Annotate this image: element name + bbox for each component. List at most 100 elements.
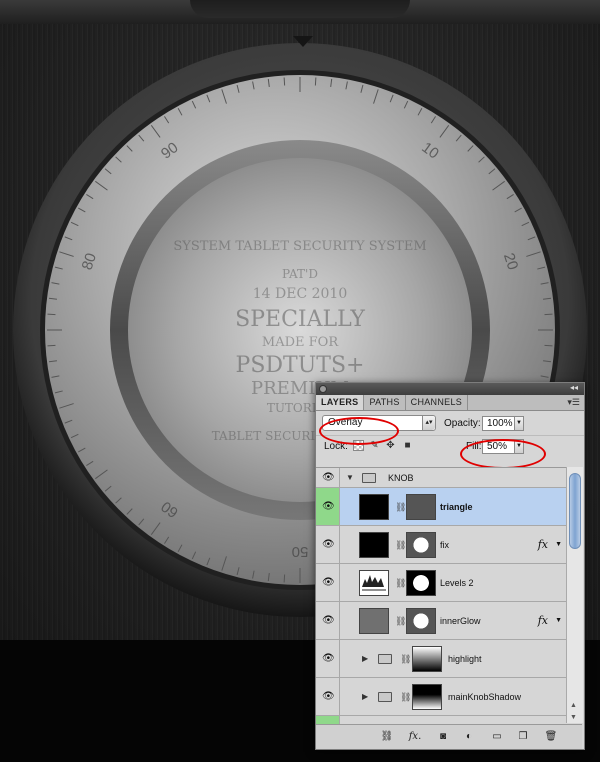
folder-icon [378,654,392,664]
layer-row-triangle[interactable]: 👁 ⛓ triangle [316,488,566,526]
chevron-down-icon[interactable]: ▼ [555,617,562,624]
layers-list: 👁 ▼ KNOB 👁 ⛓ triangle 👁 ⛓ fix fx ▼ 👁 ⛓ L… [316,467,566,724]
link-icon: ⛓ [400,692,412,702]
link-icon: ⛓ [395,502,407,512]
layer-row-levels[interactable]: 👁 ⛓ Levels 2 [316,564,566,602]
visibility-toggle[interactable]: 👁 [316,526,340,563]
visibility-toggle[interactable]: 👁 [316,640,340,677]
layer-row-fix[interactable]: 👁 ⛓ fix fx ▼ [316,526,566,564]
layer-name: fix [440,539,449,550]
link-icon: ⛓ [395,578,407,588]
expand-triangle-icon[interactable]: ▼ [346,473,354,482]
link-icon: ⛓ [400,654,412,664]
mask-thumbnail [406,570,436,596]
dial-tick [47,344,56,347]
layers-panel: ◂◂ LAYERS PATHS CHANNELS ▾☰ Overlay ▴▾ O… [315,382,585,750]
blend-mode-select[interactable]: Overlay ▴▾ [322,415,436,431]
visibility-toggle[interactable]: 👁 [316,678,340,715]
expand-triangle-icon[interactable]: ▶ [362,692,368,701]
dropdown-arrow-icon[interactable]: ▼ [514,439,524,454]
visibility-toggle[interactable]: 👁 [316,488,340,525]
lock-all-icon[interactable]: ■ [402,440,413,451]
panel-titlebar: ◂◂ [316,383,584,395]
add-mask-icon[interactable]: ◙ [436,730,450,744]
link-icon: ⛓ [395,616,407,626]
opacity-value: 100% [487,418,513,429]
panel-footer: ⛓ fx. ◙ ◐ ▭ ❐ 🗑 [316,724,582,749]
lock-transparency-icon[interactable] [353,440,364,451]
layer-name: Levels 2 [440,577,474,588]
eye-icon: 👁 [322,652,335,664]
link-icon: ⛓ [395,540,407,550]
trash-icon[interactable]: 🗑 [544,730,558,744]
lock-pixels-icon[interactable]: ✎ [369,440,380,451]
mask-thumbnail [406,494,436,520]
mask-thumbnail [406,532,436,558]
fill-label: Fill: [466,441,482,452]
fill-field[interactable]: 50% ▼ [482,439,524,454]
engraving-date: 14 DEC 2010 [253,286,348,302]
tab-channels[interactable]: CHANNELS [406,395,469,410]
fx-icon[interactable]: fx [538,538,548,551]
dial-tick [283,77,286,86]
engraving-psdtuts: PSDTUTS+ [236,353,365,378]
layer-row-innerglow[interactable]: 👁 ⛓ innerGlow fx ▼ [316,602,566,640]
scroll-thumb[interactable] [569,473,581,549]
layer-name: innerGlow [440,615,481,626]
mask-thumbnail [412,646,442,672]
dial-number: 50 [292,543,309,560]
dropdown-arrow-icon[interactable]: ▼ [514,416,524,431]
new-layer-icon[interactable]: ❐ [516,730,530,744]
eye-icon: 👁 [322,538,335,550]
tab-paths[interactable]: PATHS [364,395,406,410]
eye-icon: 👁 [322,614,335,626]
dial-tick [544,344,553,347]
add-style-icon[interactable]: fx. [408,730,422,744]
visibility-toggle[interactable]: 👁 [316,602,340,639]
layer-thumbnail [359,608,389,634]
visibility-toggle[interactable]: 👁 [316,468,340,487]
scroll-up-icon[interactable]: ▲ [570,702,577,709]
layer-thumbnail [359,494,389,520]
expand-triangle-icon[interactable]: ▶ [362,654,368,663]
layer-row-knob-group[interactable]: 👁 ▼ KNOB [316,468,566,488]
mask-thumbnail [412,684,442,710]
link-layers-icon[interactable]: ⛓ [380,730,394,744]
eye-icon: 👁 [322,471,335,483]
layer-name: highlight [448,653,482,664]
fx-icon[interactable]: fx [538,614,548,627]
dial-tick [314,77,317,86]
mask-thumbnail [406,608,436,634]
fill-value: 50% [487,441,508,452]
layer-name: triangle [440,501,473,512]
layer-row-mainknobshadow-group[interactable]: 👁 ▶ ⛓ mainKnobShadow [316,678,566,716]
folder-icon [362,473,376,483]
dial-tick [283,574,286,583]
visibility-toggle[interactable] [316,716,340,724]
levels-adjustment-icon [359,570,389,596]
layer-thumbnail [359,532,389,558]
layer-row-highlight-group[interactable]: 👁 ▶ ⛓ highlight [316,640,566,678]
chevron-down-icon[interactable]: ▼ [555,541,562,548]
panel-tabs: LAYERS PATHS CHANNELS ▾☰ [316,395,584,411]
close-icon[interactable] [319,385,327,393]
collapse-icon[interactable]: ◂◂ [570,383,578,392]
blend-row: Overlay ▴▾ Opacity: 100% ▼ [316,411,584,435]
scroll-down-icon[interactable]: ▼ [570,714,577,721]
layers-scrollbar[interactable]: ▲ ▼ [566,467,583,723]
engraving-arc-top: SYSTEM TABLET SECURITY SYSTEM [173,239,426,254]
eye-icon: 👁 [322,690,335,702]
lock-label: Lock: [324,441,348,452]
layer-name: KNOB [388,472,414,483]
new-group-icon[interactable]: ▭ [490,730,504,744]
engraving-patd: PAT'D [282,267,318,281]
tab-layers[interactable]: LAYERS [316,395,365,410]
panel-menu-icon[interactable]: ▾☰ [567,397,580,408]
lock-row: Lock: ✎ ✥ ■ Fill: 50% ▼ [316,435,584,457]
adjustment-layer-icon[interactable]: ◐ [462,730,476,744]
updown-arrow-icon: ▴▾ [422,416,435,430]
lock-position-icon[interactable]: ✥ [385,440,396,451]
histogram-icon [362,575,386,591]
visibility-toggle[interactable]: 👁 [316,564,340,601]
opacity-field[interactable]: 100% ▼ [482,416,524,431]
